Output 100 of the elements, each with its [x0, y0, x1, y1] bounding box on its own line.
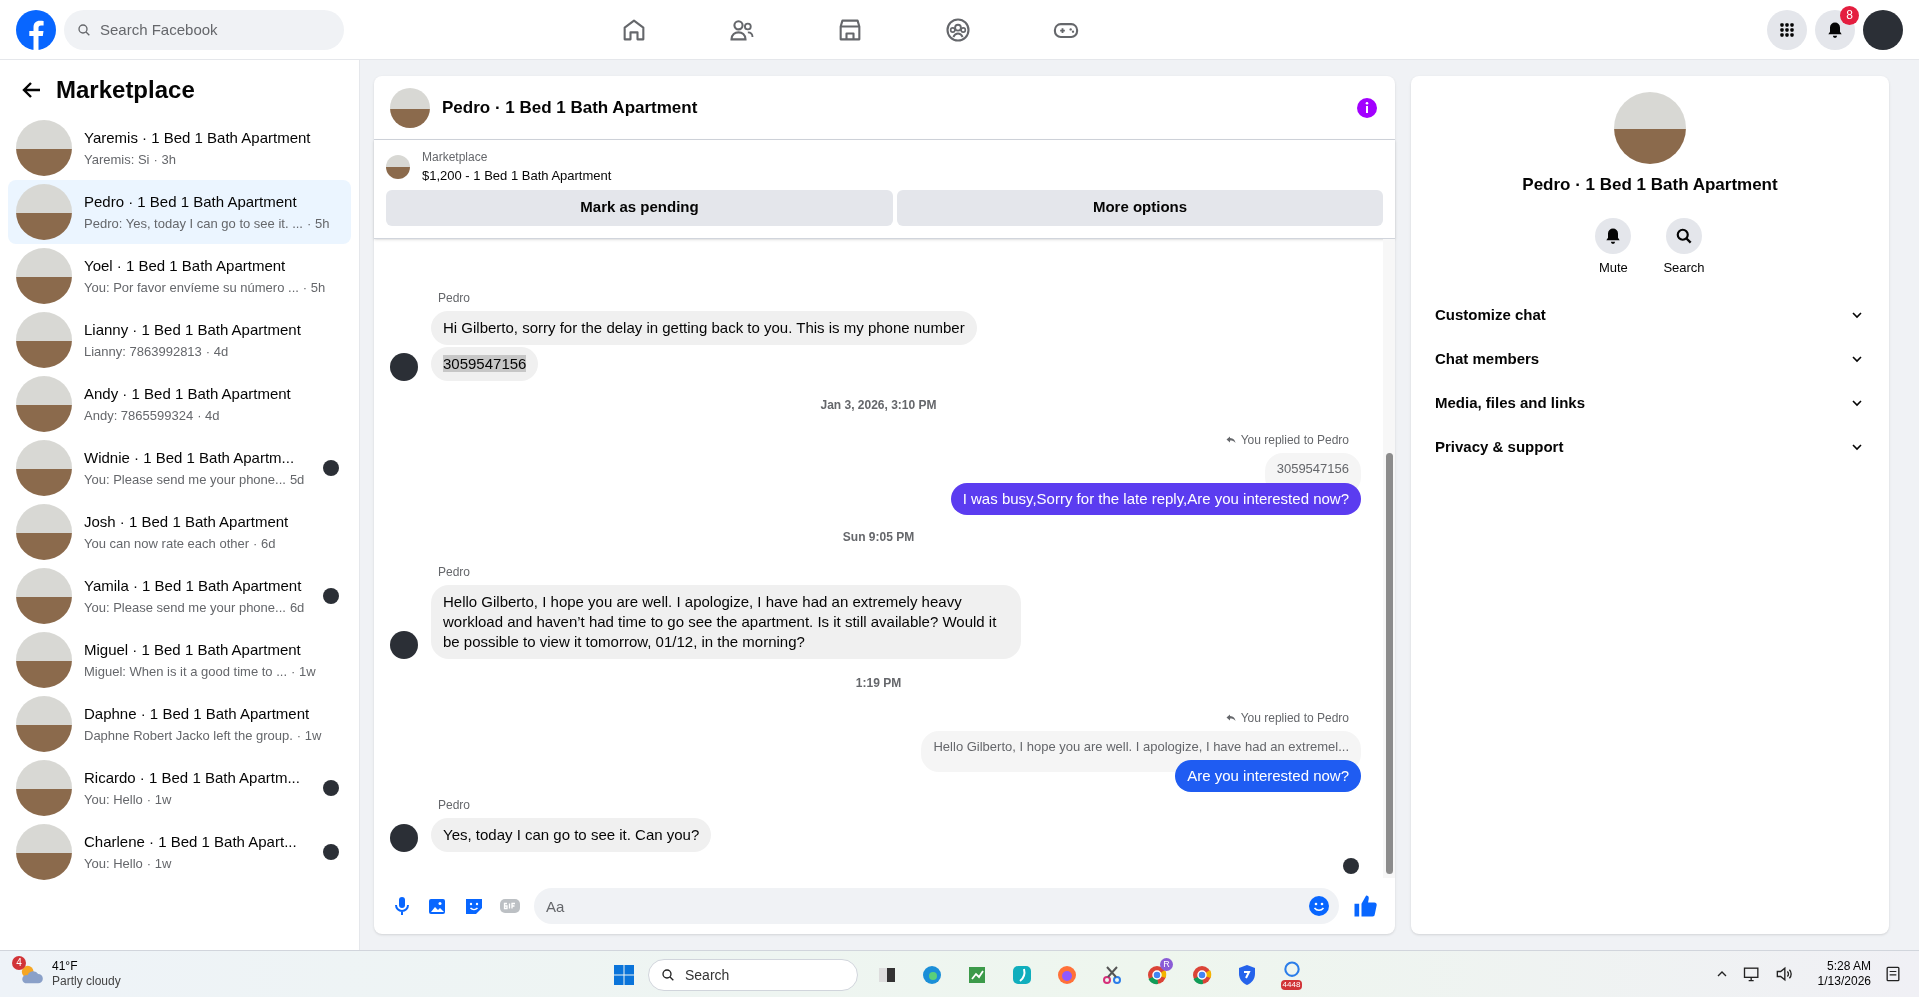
photo-placeholder	[16, 504, 72, 560]
photo-placeholder	[16, 696, 72, 752]
message-bubble: Yes, today I can go to see it. Can you?	[431, 818, 712, 852]
message-preview: You: Please send me your phone...	[84, 598, 286, 617]
photo-placeholder	[16, 568, 72, 624]
photo-placeholder	[16, 248, 72, 304]
sender-name: Pedro	[438, 290, 472, 307]
message-time: · 4d	[197, 406, 220, 425]
message-field[interactable]: Aa	[534, 888, 1339, 924]
conversation-title: Andy · 1 Bed 1 Bath Apartment	[84, 384, 292, 404]
conversation-title: Lianny · 1 Bed 1 Bath Apartment	[84, 320, 302, 340]
conversation-title: Yoel · 1 Bed 1 Bath Apartment	[84, 256, 287, 276]
message-preview: Andy: 7865599324	[84, 406, 194, 425]
temperature: 41°F	[52, 959, 79, 974]
message-preview: You: Hello	[84, 854, 143, 873]
section-header[interactable]: Privacy & support	[1427, 425, 1873, 469]
menu-button[interactable]	[1767, 9, 1807, 50]
section-header[interactable]: Chat members	[1427, 337, 1873, 381]
conversation-title: Widnie · 1 Bed 1 Bath Apartm...	[84, 448, 296, 468]
mail-icon[interactable]	[1281, 959, 1302, 980]
search-field[interactable]: Search Facebook	[64, 9, 344, 50]
search-icon	[76, 21, 92, 38]
conversation-title: Josh · 1 Bed 1 Bath Apartment	[84, 512, 290, 532]
photo-placeholder	[16, 184, 72, 240]
sender-name: Pedro	[438, 797, 472, 814]
message-time: · 6d	[253, 534, 276, 553]
clock-date: 1/13/2026	[1817, 974, 1871, 989]
emoji-icon[interactable]	[1307, 894, 1331, 918]
message-time: · 5h	[307, 214, 330, 233]
section-header[interactable]: Media, files and links	[1427, 381, 1873, 425]
photo-placeholder	[16, 760, 72, 816]
sidebar-title: Marketplace	[56, 75, 195, 105]
message-preview: You can now rate each other	[84, 534, 250, 553]
conversation-title: Miguel · 1 Bed 1 Bath Apartment	[84, 640, 302, 660]
message-time: · 5h	[302, 278, 326, 297]
scrollbar-thumb[interactable]	[1385, 453, 1393, 874]
app-badge: R	[1160, 957, 1173, 971]
weather-badge: 4	[12, 956, 26, 970]
message-time: · 1w	[146, 854, 172, 873]
message-time: · 1w	[296, 726, 322, 745]
photo-placeholder	[16, 440, 72, 496]
start-icon[interactable]	[612, 962, 636, 987]
avatar	[1343, 858, 1359, 874]
conversation-title: Pedro · 1 Bed 1 Bath Apartment	[1522, 174, 1778, 196]
listing-title: $1,200 - 1 Bed 1 Bath Apartment	[422, 167, 612, 185]
reply-label: You replied to Pedro	[1240, 709, 1349, 727]
group-icon[interactable]	[944, 16, 972, 44]
photo-placeholder	[386, 154, 410, 179]
section-header[interactable]: Customize chat	[1427, 293, 1873, 337]
message-bubble: Hello Gilberto, I hope you are well. I apologize, I have had an extremely heavy workload and haven’t had time to go see the apartment. Is it still available? Would it be possible to view it tomorrow, 01/12, in the morning?	[431, 584, 1021, 659]
photo-placeholder	[16, 120, 72, 176]
avatar	[390, 824, 418, 852]
info-icon[interactable]	[1355, 95, 1379, 120]
photo-placeholder	[16, 824, 72, 880]
photo-placeholder	[16, 312, 72, 368]
logo-icon[interactable]	[16, 9, 56, 50]
conversation-title: Daphne · 1 Bed 1 Bath Apartment	[84, 704, 311, 724]
conversation-title: Yaremis · 1 Bed 1 Bath Apartment	[84, 128, 311, 148]
taskbar-search-field[interactable]: Search	[648, 958, 858, 991]
message-time: 5d	[289, 470, 305, 489]
message-preview: Pedro: Yes, today I can go to see it. ...	[84, 214, 303, 233]
chat-title: Pedro · 1 Bed 1 Bath Apartment	[442, 96, 698, 119]
photo-placeholder	[390, 87, 430, 128]
photo-placeholder	[16, 376, 72, 432]
message-bubble: I was busy,Sorry for the late reply,Are you interested now?	[950, 482, 1361, 515]
message-bubble: 3059547156	[431, 347, 539, 381]
photo-placeholder	[16, 632, 72, 688]
message-time: 6d	[289, 598, 305, 617]
message-preview: Daphne Robert Jacko left the group.	[84, 726, 293, 745]
search-icon	[660, 966, 676, 983]
message-preview: You: Please send me your phone...	[84, 470, 286, 489]
weather-condition: Partly cloudy	[52, 974, 121, 989]
timestamp: 1:19 PM	[854, 674, 903, 692]
message-preview: Yaremis: Si	[84, 150, 150, 169]
timestamp: Jan 3, 2026, 3:10 PM	[819, 397, 938, 414]
avatar	[1863, 9, 1903, 50]
avatar	[390, 630, 418, 659]
message-time: · 3h	[153, 150, 176, 169]
conversation-title: Charlene · 1 Bed 1 Bath Apart...	[84, 832, 298, 852]
conversation-item[interactable]: Pedro · 1 Bed 1 Bath Apartment Pedro: Yes, today I can go to see it. ... · 5h	[8, 180, 351, 244]
action-button[interactable]: Mark as pending	[386, 189, 893, 226]
message-time: · 1w	[146, 790, 172, 809]
message-time: · 1w	[291, 662, 316, 681]
message-preview: You: Por favor envíeme su número ...	[84, 278, 299, 297]
reply-label: You replied to Pedro	[1240, 432, 1349, 449]
message-bubble: Are you interested now?	[1175, 760, 1361, 792]
conversation-title: Pedro · 1 Bed 1 Bath Apartment	[84, 192, 298, 212]
message-preview: Lianny: 7863992813	[84, 342, 202, 361]
notification-badge: 8	[1840, 5, 1859, 25]
message-time: · 4d	[205, 342, 229, 361]
conversation-title: Ricardo · 1 Bed 1 Bath Apartm...	[84, 768, 301, 788]
message-preview: Miguel: When is it a good time to ...	[84, 662, 288, 681]
clock-time: 5:28 AM	[1826, 959, 1871, 974]
avatar	[390, 353, 418, 381]
listing-label: Marketplace	[422, 149, 489, 166]
message-preview: You: Hello	[84, 790, 143, 809]
action-button[interactable]: More options	[897, 189, 1383, 226]
app-badge: 4448	[1280, 979, 1303, 990]
timestamp: Sun 9:05 PM	[841, 528, 916, 546]
sender-name: Pedro	[438, 563, 472, 581]
